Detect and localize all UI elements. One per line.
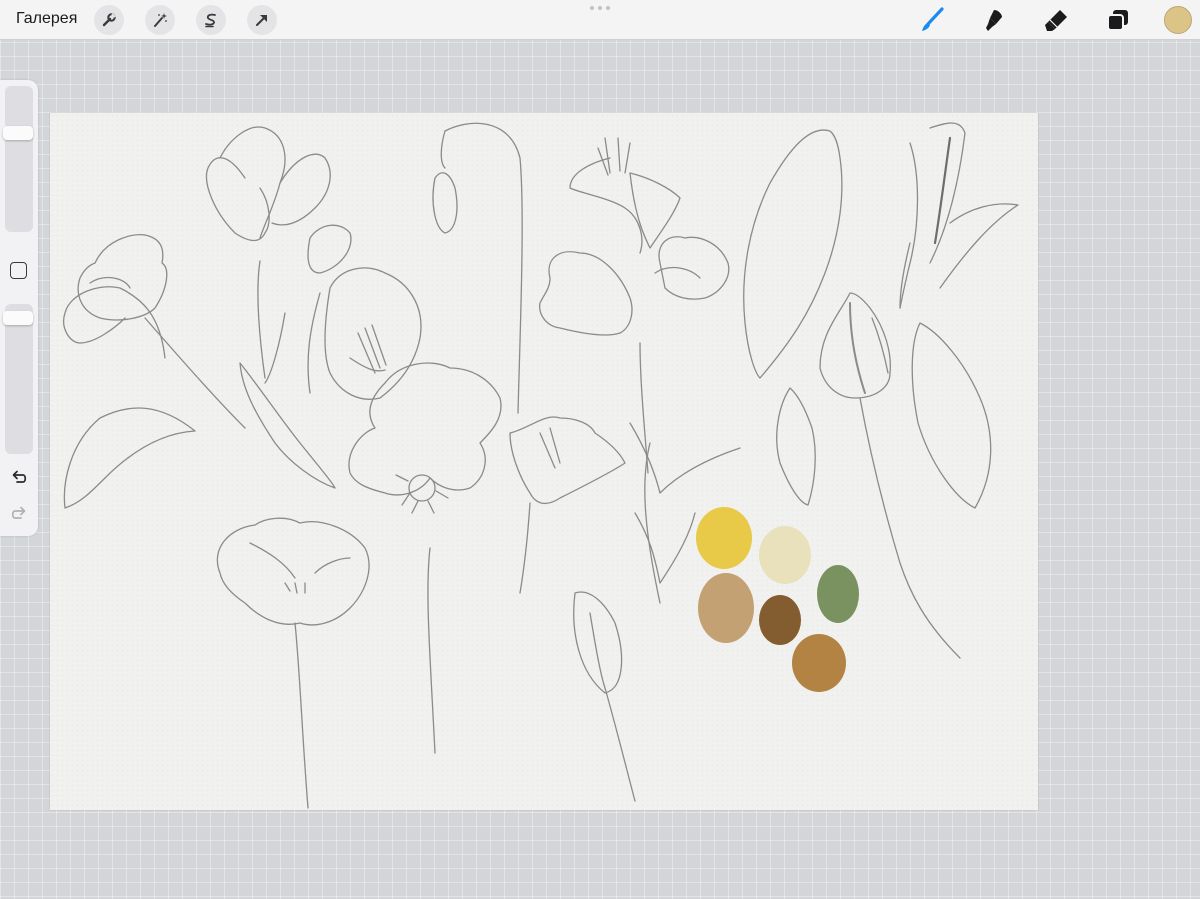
redo-icon bbox=[11, 506, 26, 519]
leaf-sketch-right-small bbox=[776, 387, 816, 506]
smudge-tool-button[interactable] bbox=[978, 4, 1010, 36]
opacity-thumb[interactable] bbox=[3, 310, 33, 325]
paint-swatch-yellow bbox=[696, 507, 752, 569]
brush-size-thumb[interactable] bbox=[3, 125, 33, 140]
paint-swatch-ochre bbox=[792, 634, 846, 692]
window-handle[interactable] bbox=[590, 6, 610, 10]
smudge-icon bbox=[986, 10, 1002, 31]
paint-swatch-brown bbox=[759, 595, 801, 645]
color-picker-button[interactable] bbox=[1164, 6, 1192, 34]
transform-button[interactable] bbox=[247, 5, 277, 35]
paint-swatch-green bbox=[817, 565, 859, 623]
poppy-flower-sketch-bottom bbox=[216, 517, 370, 809]
left-sidebar bbox=[0, 80, 38, 536]
undo-icon bbox=[12, 470, 27, 483]
leaves-sketch-right bbox=[899, 122, 1019, 309]
botanical-sketch-artwork bbox=[63, 122, 1019, 809]
selection-icon bbox=[205, 13, 216, 28]
lily-small-sketch bbox=[509, 416, 626, 594]
leaf-sketch-large bbox=[743, 129, 843, 379]
eraser-tool-button[interactable] bbox=[1040, 4, 1072, 36]
modify-button[interactable] bbox=[10, 262, 27, 279]
leaf-sketch-right-tall bbox=[911, 322, 992, 509]
transform-arrow-icon bbox=[256, 15, 267, 26]
poppy-bud-sketch-left bbox=[63, 234, 246, 429]
magic-wand-icon bbox=[154, 13, 167, 27]
redo-button[interactable] bbox=[8, 502, 30, 524]
layers-icon bbox=[1107, 10, 1128, 31]
brush-size-slider[interactable] bbox=[3, 86, 33, 232]
selection-button[interactable] bbox=[196, 5, 226, 35]
paint-swatch-cream bbox=[759, 526, 811, 584]
opacity-slider[interactable] bbox=[3, 304, 33, 454]
layers-button[interactable] bbox=[1102, 4, 1134, 36]
undo-button[interactable] bbox=[8, 466, 30, 488]
brush-tool-button[interactable] bbox=[916, 4, 948, 36]
poppy-flower-sketch-center bbox=[348, 362, 502, 754]
paint-swatch-tan bbox=[698, 573, 754, 643]
leaf-sketch-left bbox=[63, 407, 196, 509]
top-toolbar: Галерея bbox=[0, 0, 1200, 40]
poppy-stem-bud-sketch bbox=[432, 122, 523, 414]
eraser-icon bbox=[1045, 10, 1067, 31]
adjustments-button[interactable] bbox=[145, 5, 175, 35]
tulip-bud-sketch-bottom bbox=[573, 591, 636, 802]
wrench-icon bbox=[102, 13, 116, 27]
tulip-cluster-sketch bbox=[206, 126, 422, 489]
watercolor-palette bbox=[696, 507, 859, 692]
gallery-button[interactable]: Галерея bbox=[16, 10, 77, 28]
actions-button[interactable] bbox=[94, 5, 124, 35]
drawing-canvas[interactable] bbox=[50, 113, 1038, 810]
brush-icon bbox=[922, 7, 944, 31]
